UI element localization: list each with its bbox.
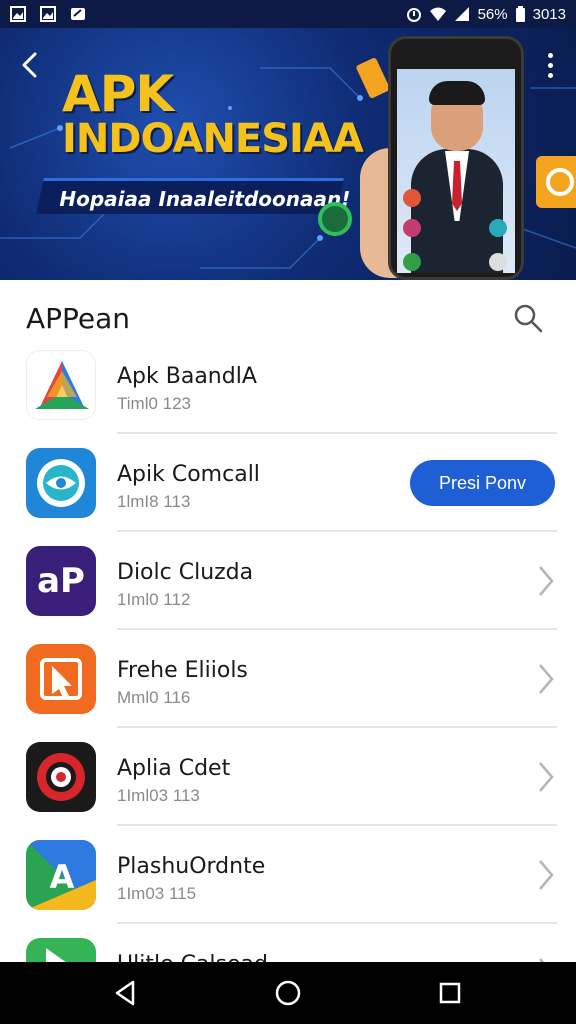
divider <box>117 726 557 728</box>
recents-icon <box>439 982 461 1004</box>
svg-text:A: A <box>50 858 75 896</box>
app-name: PlashuOrdnte <box>117 854 266 879</box>
search-icon <box>514 304 543 333</box>
list-title: APPean <box>26 302 131 335</box>
app-logo-icon: aP <box>26 546 96 616</box>
app-name: Apk BaandlA <box>117 364 257 389</box>
wifi-icon <box>429 7 446 21</box>
app-logo-icon <box>26 350 96 420</box>
banner-subtitle: Hopaiaa Inaaleitdoonaan! <box>59 187 351 211</box>
notification-icons <box>10 6 86 22</box>
more-options-button[interactable] <box>540 50 560 80</box>
list-header: APPean <box>0 280 576 350</box>
chevron-right-icon <box>539 566 554 596</box>
nav-home-button[interactable] <box>271 976 305 1010</box>
nav-recents-button[interactable] <box>433 976 467 1010</box>
list-item[interactable]: Frehe Eliiols Mml0 116 <box>0 636 576 734</box>
system-nav-bar <box>0 962 576 1024</box>
app-action-button[interactable]: Presi Ponv <box>410 460 555 506</box>
list-item[interactable]: A PlashuOrdnte 1Im03 115 <box>0 832 576 930</box>
chevron-right-icon <box>539 664 554 694</box>
clock: 3013 <box>532 5 566 23</box>
app-name: Aplia Cdet <box>117 756 231 781</box>
svg-text:aP: aP <box>37 561 85 601</box>
app-meta: 1lmI8 113 <box>117 492 191 511</box>
decorative-circle-icon <box>318 202 352 236</box>
battery-icon <box>515 6 525 22</box>
image-icon <box>40 6 56 22</box>
banner-subtitle-strip: Hopaiaa Inaaleitdoonaan! <box>36 178 350 214</box>
back-button[interactable] <box>14 48 44 82</box>
app-name: Apik Comcall <box>117 462 260 487</box>
app-logo-icon <box>26 448 96 518</box>
message-icon <box>71 8 85 20</box>
list-item[interactable]: Apk BaandlA Timl0 123 <box>0 342 576 440</box>
alarm-icon <box>406 8 421 22</box>
divider <box>117 922 557 924</box>
divider <box>117 824 557 826</box>
banner-title: APK INDOANESIAA <box>62 69 364 162</box>
back-icon <box>115 980 135 1006</box>
more-vert-icon <box>547 52 553 58</box>
system-status: 56% 3013 <box>406 6 566 23</box>
image-icon <box>10 6 26 22</box>
app-logo-icon: A <box>26 840 96 910</box>
app-meta: Mml0 116 <box>117 688 191 707</box>
battery-percent: 56% <box>477 5 508 23</box>
app-name: Diolc Cluzda <box>117 560 254 585</box>
chevron-right-icon <box>539 762 554 792</box>
chevron-right-icon <box>539 860 554 890</box>
banner-title-line1: APK <box>62 65 174 123</box>
back-icon <box>22 52 37 78</box>
divider <box>117 432 557 434</box>
divider <box>117 628 557 630</box>
divider <box>117 530 557 532</box>
signal-icon <box>454 7 469 21</box>
nav-back-button[interactable] <box>108 976 142 1010</box>
app-logo-icon <box>26 742 96 812</box>
app-name: Frehe Eliiols <box>117 658 248 683</box>
banner-title-line2: INDOANESIAA <box>62 116 364 162</box>
phone-illustration <box>388 36 524 280</box>
status-bar: 56% 3013 <box>0 0 576 28</box>
decorative-app-icon <box>536 156 576 208</box>
list-item[interactable]: Aplia Cdet 1Iml03 113 <box>0 734 576 832</box>
search-button[interactable] <box>512 302 544 334</box>
hero-banner: APK INDOANESIAA Hopaiaa Inaaleitdoonaan! <box>0 28 576 280</box>
app-meta: 1Im03 115 <box>117 884 197 903</box>
home-icon <box>275 980 301 1006</box>
app-meta: 1Iml03 113 <box>117 786 200 805</box>
list-item[interactable]: aP Diolc Cluzda 1Iml0 112 <box>0 538 576 636</box>
phone-screen <box>397 69 515 273</box>
app-meta: 1Iml0 112 <box>117 590 191 609</box>
app-logo-icon <box>26 644 96 714</box>
app-meta: Timl0 123 <box>117 394 192 413</box>
